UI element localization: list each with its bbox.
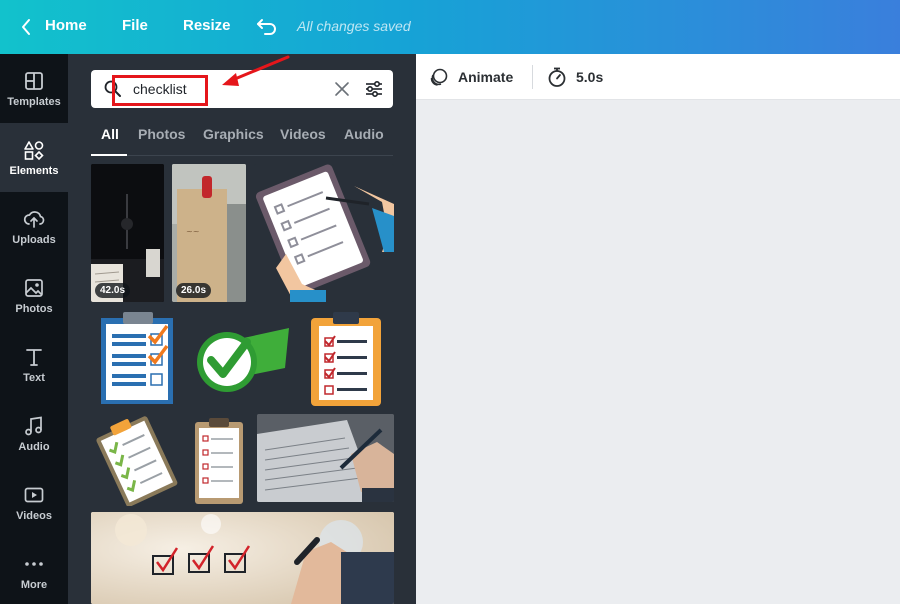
graphic-result-green-check[interactable] xyxy=(189,310,293,406)
active-tab-indicator xyxy=(91,154,127,156)
left-rail: Templates Elements Uploads Photos Text A… xyxy=(0,54,68,604)
hand-holding-clipboard-illustration xyxy=(255,164,394,302)
toolbar-divider xyxy=(532,65,533,89)
green-checkmark-ribbon-illustration xyxy=(197,328,289,392)
orange-checklist-clipboard-illustration xyxy=(311,312,381,406)
file-menu[interactable]: File xyxy=(122,17,148,34)
rail-label: More xyxy=(20,578,48,591)
graphic-result-blue-clipboard[interactable] xyxy=(91,310,181,406)
rail-label: Elements xyxy=(9,164,59,177)
timer-icon[interactable] xyxy=(546,66,568,88)
audio-icon xyxy=(25,416,42,435)
video-duration-badge: 42.0s xyxy=(95,283,131,298)
more-icon xyxy=(25,561,43,566)
search-highlight-box xyxy=(112,75,208,106)
rail-label: Templates xyxy=(7,95,61,108)
video-duration-badge: 26.0s xyxy=(176,283,212,298)
rail-label: Videos xyxy=(16,509,52,522)
top-bar: Home File Resize All changes saved xyxy=(0,0,900,54)
rail-label: Audio xyxy=(18,440,50,453)
rail-item-templates[interactable]: Templates xyxy=(0,54,68,123)
clipboard-video-thumbnail: ~~ xyxy=(172,164,246,302)
video-result-1[interactable]: 42.0s xyxy=(91,164,164,302)
rail-item-more[interactable]: More xyxy=(0,537,68,604)
annotation-arrow-icon xyxy=(222,55,290,86)
graphic-result-hand-clipboard[interactable] xyxy=(254,164,394,302)
dark-desk-video-thumbnail xyxy=(91,164,164,302)
text-icon xyxy=(26,348,42,366)
rail-item-elements[interactable]: Elements xyxy=(0,123,68,192)
editor-toolbar: Animate 5.0s xyxy=(416,54,900,100)
videos-icon xyxy=(24,487,44,502)
rail-item-photos[interactable]: Photos xyxy=(0,261,68,330)
marker-drawing-checkboxes-photo xyxy=(91,512,394,604)
tab-graphics[interactable]: Graphics xyxy=(203,126,264,142)
tab-photos[interactable]: Photos xyxy=(138,126,185,142)
rail-label: Text xyxy=(23,371,45,384)
rail-item-text[interactable]: Text xyxy=(0,330,68,399)
rail-label: Photos xyxy=(15,302,53,315)
close-icon[interactable] xyxy=(333,80,351,98)
save-status: All changes saved xyxy=(297,18,411,34)
tab-all[interactable]: All xyxy=(101,126,119,142)
elements-panel: All Photos Graphics Videos Audio 42.0s ~… xyxy=(68,54,416,604)
templates-icon xyxy=(25,71,43,90)
undo-icon[interactable] xyxy=(256,13,280,39)
rail-item-audio[interactable]: Audio xyxy=(0,399,68,468)
elements-icon xyxy=(24,140,44,160)
home-menu[interactable]: Home xyxy=(45,17,87,34)
graphic-result-brown-clipboard[interactable] xyxy=(189,414,249,506)
category-tabs: All Photos Graphics Videos Audio xyxy=(91,126,393,156)
resize-menu[interactable]: Resize xyxy=(183,17,231,34)
hand-writing-notebook-photo xyxy=(257,414,394,502)
duration-button[interactable]: 5.0s xyxy=(576,69,603,85)
filter-sliders-icon[interactable] xyxy=(363,78,385,100)
svg-text:~~: ~~ xyxy=(186,227,199,236)
tab-audio[interactable]: Audio xyxy=(344,126,384,142)
photos-icon xyxy=(25,278,43,297)
photo-result-writing[interactable] xyxy=(257,414,394,502)
graphic-result-orange-clipboard[interactable] xyxy=(301,310,394,406)
blue-checklist-clipboard-illustration xyxy=(101,312,173,404)
uploads-icon xyxy=(23,210,45,228)
design-canvas[interactable] xyxy=(416,100,900,604)
rail-item-uploads[interactable]: Uploads xyxy=(0,192,68,261)
tilted-green-check-clipboard-illustration xyxy=(96,416,178,506)
animate-button[interactable]: Animate xyxy=(458,69,513,85)
rail-item-videos[interactable]: Videos xyxy=(0,468,68,537)
tab-videos[interactable]: Videos xyxy=(280,126,326,142)
animate-icon[interactable] xyxy=(429,67,449,87)
photo-result-checkboxes[interactable] xyxy=(91,512,394,604)
brown-clipboard-illustration xyxy=(195,418,243,504)
back-chevron-icon[interactable] xyxy=(14,14,38,40)
rail-label: Uploads xyxy=(12,233,56,246)
graphic-result-tilted-clipboard[interactable] xyxy=(91,414,181,506)
video-result-2[interactable]: ~~ 26.0s xyxy=(172,164,246,302)
